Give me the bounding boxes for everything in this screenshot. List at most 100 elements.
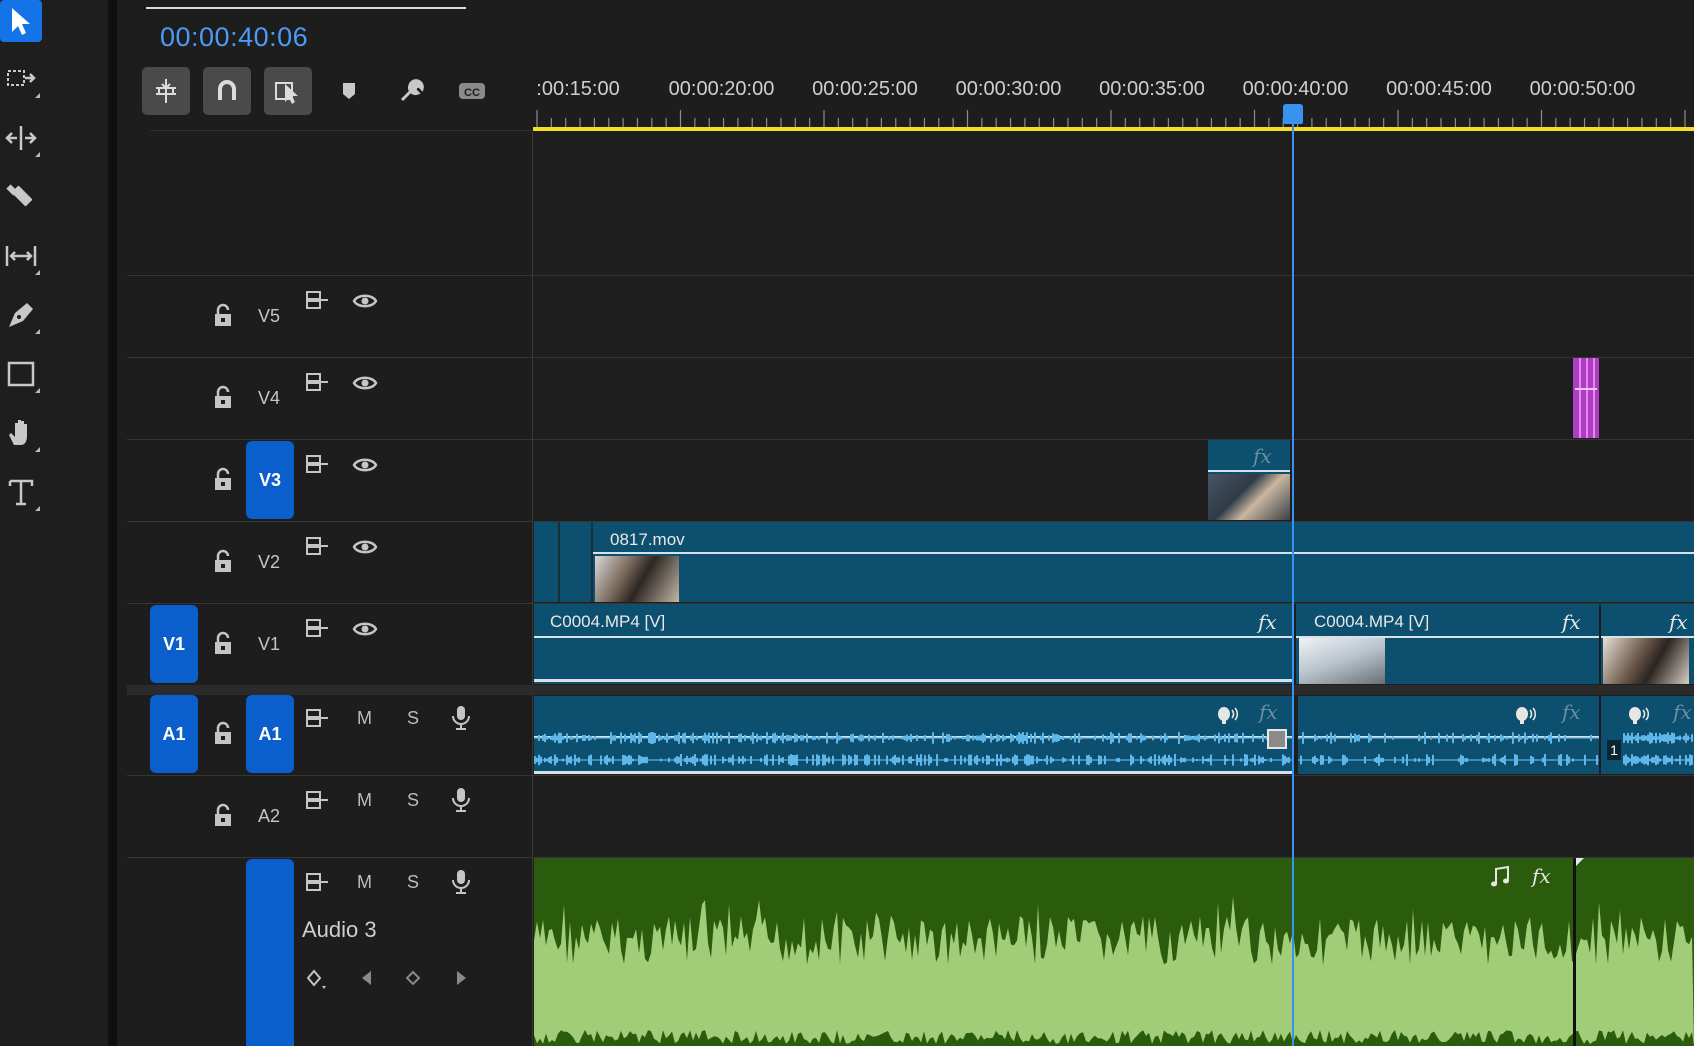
ruler-timecode-label: 00:00:30:00: [955, 78, 1062, 100]
eye-icon[interactable]: [352, 370, 378, 396]
playhead-timecode[interactable]: 00:00:40:06: [160, 22, 308, 53]
captions-button[interactable]: CC: [448, 67, 496, 115]
sync-lock-icon[interactable]: [304, 870, 330, 896]
video-clip-v3[interactable]: fx: [1208, 440, 1290, 520]
track-label-v1[interactable]: V1: [246, 634, 292, 655]
track-label-v2[interactable]: V2: [246, 552, 292, 573]
audio-waveform: [534, 732, 1292, 766]
clip-thumbnail: [1299, 638, 1385, 684]
selection-tool[interactable]: [0, 0, 42, 42]
mute-button-a3[interactable]: M: [357, 872, 372, 893]
mute-button-a2[interactable]: M: [357, 790, 372, 811]
audio-clip-a3[interactable]: fx: [534, 858, 1694, 1046]
track-label-v4[interactable]: V4: [246, 388, 292, 409]
ripple-edit-tool[interactable]: [0, 117, 42, 159]
video-clip-v1-c[interactable]: fx: [1601, 604, 1694, 684]
sync-lock-icon[interactable]: [304, 452, 330, 478]
snap-button[interactable]: [203, 67, 251, 115]
sync-lock-icon[interactable]: [304, 706, 330, 732]
transition-handle[interactable]: [1267, 729, 1287, 749]
video-clip-v1-b[interactable]: C0004.MP4 [V] fx: [1296, 604, 1599, 684]
microphone-icon[interactable]: [448, 868, 474, 894]
previous-keyframe-icon[interactable]: [354, 966, 380, 992]
razor-tool[interactable]: [0, 176, 42, 218]
playhead-handle[interactable]: [1283, 104, 1303, 124]
track-label-a2[interactable]: A2: [246, 806, 292, 827]
fx-badge[interactable]: fx: [1253, 444, 1272, 468]
ruler-timecode-label: :00:15:00: [536, 78, 620, 100]
work-area-bar[interactable]: [533, 127, 1694, 131]
audio-clip-a1-c[interactable]: fx 1: [1601, 696, 1694, 774]
fx-badge[interactable]: fx: [1532, 864, 1551, 888]
fx-badge[interactable]: fx: [1673, 700, 1692, 724]
track-target-v3[interactable]: V3: [246, 441, 294, 519]
track-name-audio-3[interactable]: Audio 3: [302, 917, 377, 943]
lock-icon[interactable]: [210, 720, 236, 746]
video-clip-v1-a[interactable]: C0004.MP4 [V] fx: [534, 604, 1292, 684]
fx-badge[interactable]: fx: [1258, 610, 1277, 634]
playhead-line[interactable]: [1292, 124, 1294, 1046]
solo-button-a3[interactable]: S: [407, 872, 419, 893]
add-marker-button[interactable]: [325, 67, 373, 115]
lock-icon[interactable]: [210, 802, 236, 828]
keyframe-icon[interactable]: [400, 966, 426, 992]
header-divider: [150, 130, 532, 131]
eye-icon[interactable]: [352, 534, 378, 560]
track-select-tool[interactable]: [0, 58, 42, 100]
speaker-icon[interactable]: [1625, 702, 1651, 728]
rectangle-tool[interactable]: [0, 353, 42, 395]
nest-sequence-button[interactable]: [142, 67, 190, 115]
sync-lock-icon[interactable]: [304, 288, 330, 314]
music-note-icon: [1488, 864, 1514, 890]
sync-lock-icon[interactable]: [304, 788, 330, 814]
track-divider: [127, 275, 1694, 276]
fx-badge[interactable]: fx: [1562, 610, 1581, 634]
time-ruler[interactable]: :00:15:00 00:00:20:00 00:00:25:00 00:00:30:…: [533, 70, 1694, 132]
slip-tool[interactable]: [0, 235, 42, 277]
solo-button-a2[interactable]: S: [407, 790, 419, 811]
eye-icon[interactable]: [352, 616, 378, 642]
razor-icon: [6, 184, 33, 207]
audio-clip-a1-a[interactable]: fx: [534, 696, 1292, 774]
solo-button-a1[interactable]: S: [407, 708, 419, 729]
lock-icon[interactable]: [210, 630, 236, 656]
source-patch-a1[interactable]: A1: [150, 695, 198, 773]
lock-icon[interactable]: [210, 302, 236, 328]
speaker-icon[interactable]: [1512, 702, 1538, 728]
next-keyframe-icon[interactable]: [448, 966, 474, 992]
lock-icon[interactable]: [210, 466, 236, 492]
video-audio-divider[interactable]: [127, 685, 1694, 695]
slip-icon: [5, 246, 37, 266]
track-label-v5[interactable]: V5: [246, 306, 292, 327]
mute-button-a1[interactable]: M: [357, 708, 372, 729]
sync-lock-icon[interactable]: [304, 616, 330, 642]
sync-lock-icon[interactable]: [304, 370, 330, 396]
track-target-a3[interactable]: [246, 859, 294, 1046]
eye-icon[interactable]: [352, 288, 378, 314]
video-clip-v2[interactable]: 0817.mov: [534, 522, 1694, 602]
fx-badge[interactable]: fx: [1259, 700, 1278, 724]
lock-icon[interactable]: [210, 548, 236, 574]
track-target-a1[interactable]: A1: [246, 695, 294, 773]
clip-thumbnail: [595, 556, 679, 602]
microphone-icon[interactable]: [448, 704, 474, 730]
timeline-settings-button[interactable]: [387, 67, 435, 115]
audio-clip-a1-b[interactable]: fx: [1298, 696, 1599, 774]
eye-icon[interactable]: [352, 452, 378, 478]
ruler-timecode-label: 00:00:45:00: [1386, 78, 1492, 100]
sync-lock-icon[interactable]: [304, 534, 330, 560]
nested-sequence-clip[interactable]: [1573, 358, 1599, 438]
fx-badge[interactable]: fx: [1669, 610, 1688, 634]
hand-tool[interactable]: [0, 412, 42, 454]
source-patch-v1[interactable]: V1: [150, 605, 198, 683]
lock-icon[interactable]: [210, 384, 236, 410]
track-select-icon: [7, 70, 36, 86]
linked-selection-button[interactable]: [264, 67, 312, 115]
speaker-icon[interactable]: [1214, 702, 1240, 728]
type-tool[interactable]: [0, 471, 42, 513]
fx-badge[interactable]: fx: [1562, 700, 1581, 724]
add-keyframe-icon[interactable]: [304, 966, 330, 992]
microphone-icon[interactable]: [448, 786, 474, 812]
pen-tool[interactable]: [0, 294, 42, 336]
clip-edit-point[interactable]: [1573, 858, 1576, 1046]
